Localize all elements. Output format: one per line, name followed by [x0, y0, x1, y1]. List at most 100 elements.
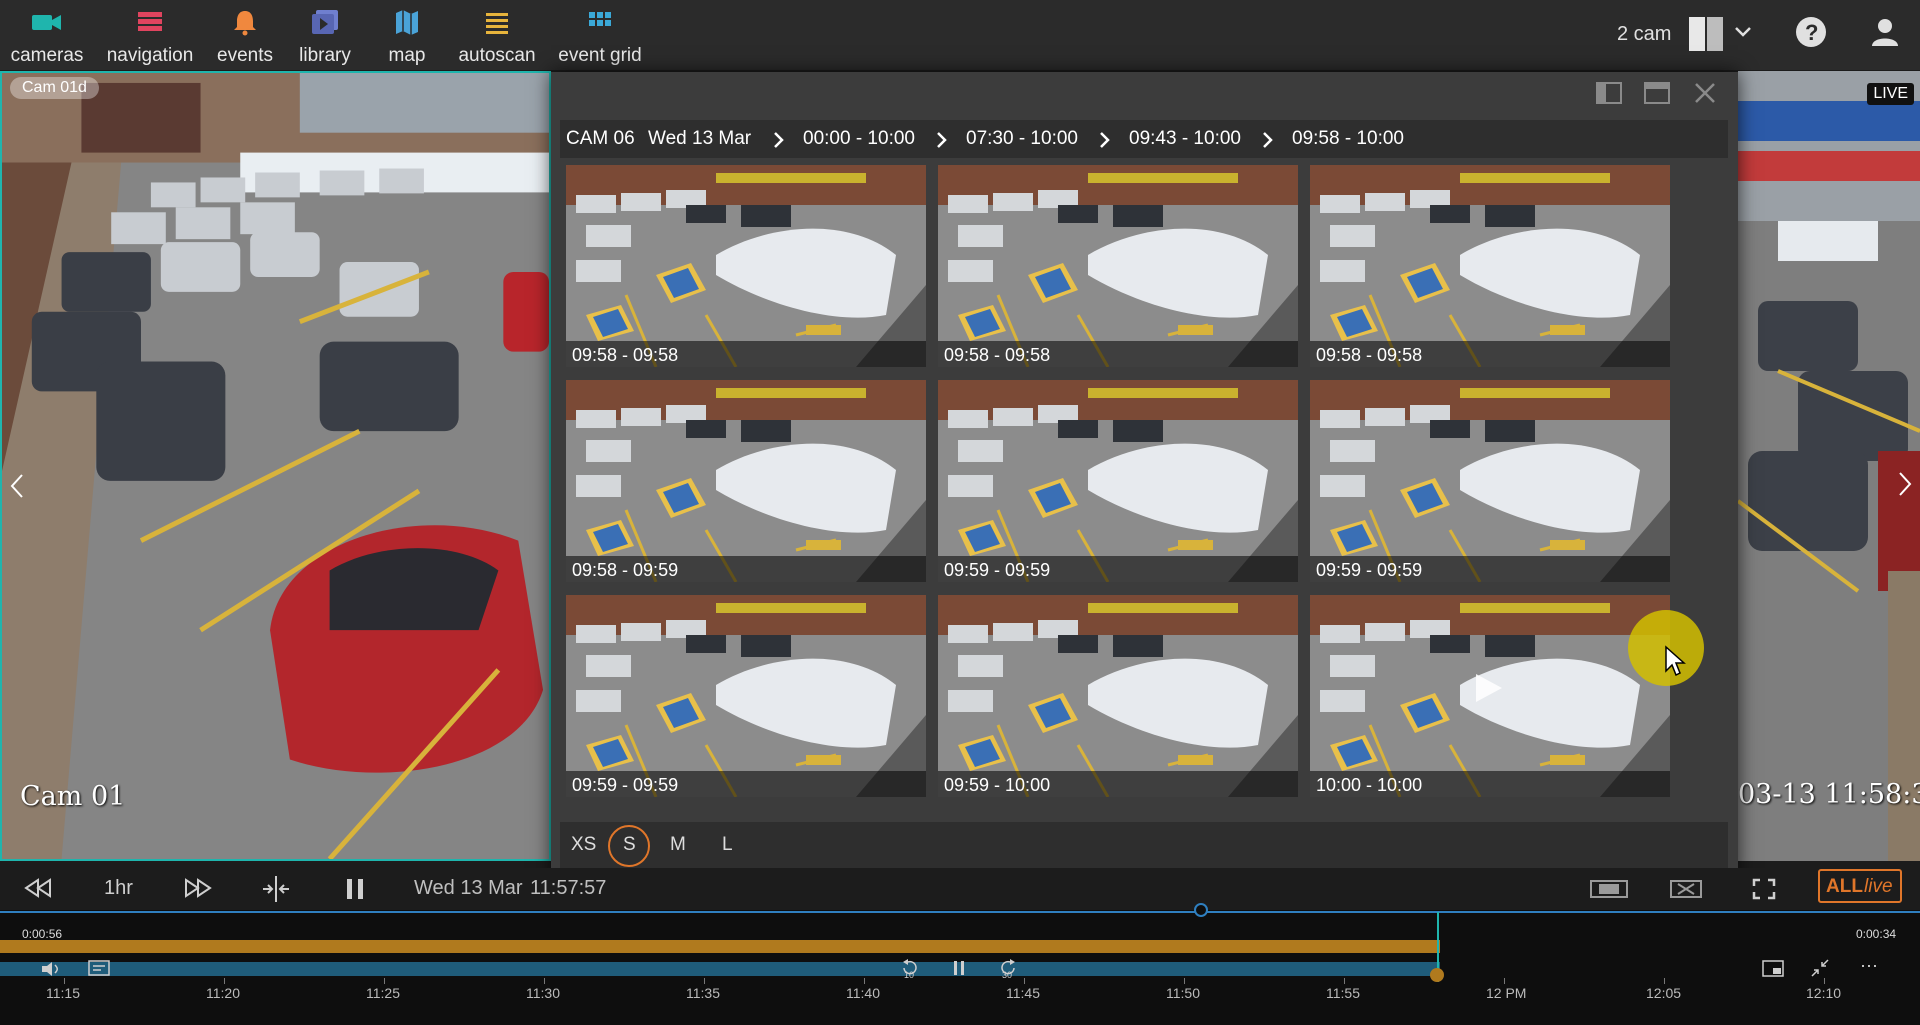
all-label: ALL	[1826, 876, 1863, 897]
list-icon	[486, 13, 508, 34]
timeline-tick-mark	[384, 978, 385, 984]
breadcrumb-range-2[interactable]: 07:30 - 10:00	[966, 128, 1078, 150]
thumbnail-time-range: 09:58 - 09:59	[572, 560, 679, 580]
thumbnail-caption-bar: 09:58 - 09:59	[566, 556, 926, 582]
nav-event-grid[interactable]: event grid	[555, 8, 645, 70]
thumbnail-image	[938, 595, 1298, 797]
breadcrumb-range-3[interactable]: 09:43 - 10:00	[1129, 128, 1241, 150]
thumbnail-caption-bar: 09:58 - 09:58	[1310, 341, 1670, 367]
size-option-s[interactable]: S	[623, 834, 636, 856]
rewind-icon[interactable]	[24, 878, 52, 898]
pause-icon[interactable]	[952, 960, 966, 976]
event-thumbnail[interactable]: 09:58 - 09:58	[938, 165, 1298, 367]
nav-library[interactable]: library	[294, 8, 356, 70]
nav-events[interactable]: events	[214, 8, 276, 70]
nav-label: events	[217, 45, 273, 66]
chevron-right-icon	[1263, 132, 1273, 148]
film-strip-icon[interactable]	[1590, 878, 1628, 900]
breadcrumb-camera[interactable]: CAM 06	[566, 128, 635, 150]
thumbnail-time-range: 09:58 - 09:58	[1316, 345, 1423, 365]
exit-fullscreen-icon[interactable]	[1810, 958, 1830, 978]
close-icon[interactable]	[1694, 82, 1716, 104]
elapsed-time: 0:00:56	[22, 927, 63, 941]
fullscreen-icon[interactable]	[1752, 878, 1776, 900]
fast-forward-icon[interactable]	[184, 878, 212, 898]
thumbnail-caption-bar: 09:58 - 09:58	[938, 341, 1298, 367]
timeline-tick-label: 11:20	[206, 985, 240, 1001]
camera-osd-label: Cam 01	[20, 781, 126, 812]
chevron-left-icon[interactable]	[10, 473, 24, 499]
event-grid-icon	[589, 12, 611, 26]
remaining-time: 0:00:34	[1856, 927, 1897, 941]
chevron-right-icon	[937, 132, 947, 148]
chevron-right-icon	[774, 132, 784, 148]
timeline-tick-label: 11:40	[846, 985, 880, 1001]
breadcrumb-date[interactable]: Wed 13 Mar	[648, 128, 751, 150]
volume-icon[interactable]	[40, 960, 62, 978]
size-option-m[interactable]: M	[670, 834, 686, 856]
timeline-tick-mark	[224, 978, 225, 984]
camera-tile-live[interactable]: LIVE 03-13 11:58:37	[1738, 71, 1920, 861]
timeline-tick-label: 12:05	[1646, 985, 1682, 1001]
help-icon: ?	[1805, 20, 1819, 45]
thumbnail-caption-bar: 09:59 - 09:59	[566, 771, 926, 797]
nav-autoscan[interactable]: autoscan	[454, 8, 540, 70]
thumbnail-caption-bar: 09:59 - 10:00	[938, 771, 1298, 797]
timeline-tick-mark	[704, 978, 705, 984]
event-thumbnail[interactable]: 09:59 - 09:59	[1310, 380, 1670, 582]
jump-to-now-icon[interactable]	[260, 874, 292, 904]
nav-label: library	[299, 45, 351, 66]
event-thumbnail[interactable]: 09:59 - 09:59	[566, 595, 926, 797]
event-thumbnail[interactable]: 09:58 - 09:58	[566, 165, 926, 367]
thumbnail-image	[566, 595, 926, 797]
chevron-down-icon[interactable]	[1734, 26, 1752, 38]
dock-left-icon[interactable]	[1596, 82, 1622, 104]
thumbnail-time-range: 09:59 - 09:59	[1316, 560, 1423, 580]
nav-navigation[interactable]: navigation	[102, 8, 198, 70]
timeline-tick-label: 12 PM	[1486, 985, 1527, 1001]
layout-selector[interactable]	[1688, 16, 1724, 52]
thumbnail-time-range: 09:59 - 09:59	[944, 560, 1051, 580]
now-marker-dot	[1430, 968, 1444, 982]
scrubber-handle[interactable]	[1194, 903, 1208, 917]
library-icon	[312, 10, 338, 34]
maximize-icon[interactable]	[1644, 82, 1670, 104]
clip-export-icon[interactable]	[1670, 878, 1702, 900]
size-selector-bar	[560, 822, 1728, 868]
play-icon[interactable]	[1472, 672, 1504, 704]
event-thumbnail[interactable]: 09:59 - 10:00	[938, 595, 1298, 797]
event-thumbnail[interactable]: 09:59 - 09:59	[938, 380, 1298, 582]
nav-map[interactable]: map	[382, 8, 432, 70]
thumbnail-image	[1310, 165, 1670, 367]
thumbnail-time-range: 10:00 - 10:00	[1316, 775, 1423, 795]
timeline[interactable]: 0:00:56 0:00:34 10 30 ⋯ 11:15 11:20 11:25 1…	[0, 903, 1920, 1025]
thumbnail-image	[938, 165, 1298, 367]
thumbnail-image	[566, 380, 926, 582]
scrubber-track[interactable]	[0, 911, 1920, 913]
map-icon	[396, 10, 418, 35]
help-button[interactable]: ?	[1796, 17, 1826, 47]
recording-bar	[0, 940, 1440, 953]
timeline-tick-label: 11:25	[366, 985, 400, 1001]
time-span-button[interactable]: 1hr	[104, 877, 133, 900]
event-thumbnail[interactable]: 09:58 - 09:59	[566, 380, 926, 582]
thumbnail-image	[1310, 380, 1670, 582]
picture-in-picture-icon[interactable]	[1762, 960, 1784, 978]
bell-icon	[234, 11, 256, 36]
size-option-l[interactable]: L	[722, 834, 733, 856]
captions-icon[interactable]	[88, 960, 110, 978]
chevron-right-icon[interactable]	[1898, 471, 1912, 497]
more-options-icon[interactable]: ⋯	[1860, 956, 1879, 977]
size-option-xs[interactable]: XS	[571, 834, 596, 856]
cam-count-label: 2 cam	[1617, 23, 1672, 45]
timeline-tick-label: 11:35	[686, 985, 720, 1001]
skip-seconds: 30	[1002, 970, 1013, 980]
nav-cameras[interactable]: cameras	[8, 8, 86, 70]
breadcrumb-range-1[interactable]: 00:00 - 10:00	[803, 128, 915, 150]
camera-icon	[32, 15, 61, 30]
camera-tile-cam01[interactable]: Cam 01d Cam 01	[0, 71, 551, 861]
pause-icon[interactable]	[344, 877, 366, 901]
user-icon[interactable]	[1870, 17, 1900, 47]
event-thumbnail[interactable]: 09:58 - 09:58	[1310, 165, 1670, 367]
all-live-button[interactable]: ALL live	[1818, 869, 1902, 903]
